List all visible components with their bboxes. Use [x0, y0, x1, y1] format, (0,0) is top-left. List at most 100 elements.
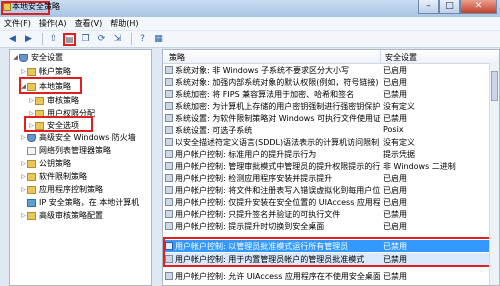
vertical-scrollbar[interactable] — [489, 63, 499, 285]
table-row[interactable]: 系统加密: 为计算机上存储的用户密钥强制进行强密钥保护 没有定义 — [163, 100, 499, 112]
column-header-setting[interactable]: 安全设置 — [385, 52, 417, 63]
policy-icon — [165, 174, 173, 182]
expand-arrow-icon[interactable]: ▷ — [28, 122, 35, 129]
menu-bar: 文件(F) 操作(A) 查看(V) 帮助(H) — [0, 17, 500, 30]
policy-name: 用户帐户控制: 只提升签名并验证的可执行文件 — [175, 210, 341, 219]
tree-item-label: 公钥策略 — [39, 159, 71, 168]
forward-icon[interactable]: ▶ — [22, 33, 35, 46]
expand-arrow-icon[interactable]: ▷ — [28, 97, 35, 104]
expand-arrow-icon[interactable]: ▷ — [20, 68, 27, 75]
expand-arrow-icon[interactable]: ▷ — [20, 173, 27, 180]
table-row[interactable]: 系统对象: 非 Windows 子系统不要求区分大小写 已启用 — [163, 64, 499, 76]
expand-arrow-icon[interactable]: ▷ — [20, 160, 27, 167]
tree-item-label: 高级安全 Windows 防火墙 — [39, 133, 136, 142]
table-row[interactable]: 用户帐户控制: 检测应用程序安装并提示提升 已启用 — [163, 172, 499, 184]
policy-setting: Posix — [383, 125, 404, 134]
table-row[interactable]: 用户帐户控制: 管理审批模式中管理员的提升权限提示的行为 非 Windows 二… — [163, 160, 499, 172]
table-row[interactable]: 用户帐户控制: 标准用户的提升提示行为 提示凭据 — [163, 148, 499, 160]
policy-setting: 没有定义 — [383, 138, 415, 147]
minimize-icon[interactable]: – — [418, 0, 439, 14]
properties-icon[interactable]: ▦ — [152, 33, 165, 46]
tree-item-label: 审核策略 — [47, 96, 79, 105]
tree-item-security-settings[interactable]: ◢ 安全设置 — [12, 52, 63, 63]
expand-arrow-icon[interactable]: ▷ — [20, 134, 27, 141]
maximize-icon[interactable]: □ — [439, 0, 460, 14]
tree-item-network-list[interactable]: 网络列表管理器策略 — [20, 145, 111, 156]
close-icon[interactable]: ✕ — [460, 0, 497, 14]
table-row[interactable]: 用户帐户控制: 将文件和注册表写入错误虚拟化到每用户位置 已启用 — [163, 184, 499, 196]
table-row[interactable]: 用户帐户控制: 仅提升安装在安全位置的 UIAccess 应用程序 已启用 — [163, 196, 499, 208]
column-divider[interactable] — [380, 50, 381, 63]
tree-item-firewall[interactable]: ▷ 高级安全 Windows 防火墙 — [20, 132, 136, 143]
column-header-policy[interactable]: 策略 — [169, 52, 185, 63]
menu-help[interactable]: 帮助(H) — [106, 18, 142, 29]
policy-setting: 已禁用 — [383, 114, 407, 123]
policy-name: 以安全描述符定义语言(SDDL)语法表示的计算机访问限制 — [175, 138, 380, 147]
policy-name: 用户帐户控制: 以管理员批准模式运行所有管理员 — [175, 242, 349, 251]
table-row[interactable]: 系统加密: 将 FIPS 兼容算法用于加密、哈希和签名 已禁用 — [163, 88, 499, 100]
navigation-tree[interactable]: ◢ 安全设置 ▷ 帐户策略 ◢ 本地策略 ▷ 审核策略 ▷ 用户权限分配 ▷ 安… — [9, 49, 152, 286]
table-row[interactable]: 系统对象: 加强内部系统对象的默认权限(例如，符号链接) 已启用 — [163, 76, 499, 88]
expand-arrow-icon[interactable]: ▷ — [20, 186, 27, 193]
tree-item-local-policies[interactable]: ◢ 本地策略 — [20, 81, 71, 92]
table-row[interactable]: 用户帐户控制: 用于内置管理员帐户的管理员批准模式 已禁用 — [163, 253, 499, 265]
policy-setting: 非 Windows 二进制 — [383, 162, 456, 171]
policy-name: 用户帐户控制: 检测应用程序安装并提示提升 — [175, 174, 333, 183]
policy-icon — [165, 210, 173, 218]
tree-item-user-rights[interactable]: ▷ 用户权限分配 — [28, 108, 95, 119]
expand-arrow-icon[interactable]: ▷ — [28, 110, 35, 117]
network-icon — [27, 198, 36, 207]
table-row-selected[interactable]: 用户帐户控制: 以管理员批准模式运行所有管理员 已禁用 — [163, 240, 499, 252]
policy-icon — [165, 198, 173, 206]
policy-setting: 已禁用 — [383, 242, 407, 251]
toolbar-divider — [42, 33, 43, 45]
policy-name: 系统设置: 可选子系统 — [175, 126, 253, 135]
refresh-icon[interactable]: ⟳ — [95, 33, 108, 46]
show-tree-icon[interactable]: ▤ — [63, 32, 76, 46]
tree-item-app-control[interactable]: ▷ 应用程序控制策略 — [20, 184, 103, 195]
expand-arrow-icon[interactable]: ▷ — [20, 212, 27, 219]
policy-name: 系统加密: 将 FIPS 兼容算法用于加密、哈希和签名 — [175, 90, 355, 99]
help-icon[interactable]: ? — [136, 33, 149, 46]
tree-item-security-options[interactable]: ▷ 安全选项 — [28, 120, 79, 131]
policy-icon — [165, 162, 173, 170]
tree-item-ip-security[interactable]: IP 安全策略，在 本地计算机 — [20, 197, 139, 208]
policy-setting: 已启用 — [383, 222, 407, 231]
back-icon[interactable]: ◀ — [6, 33, 19, 46]
tree-item-audit-policy[interactable]: ▷ 审核策略 — [28, 95, 79, 106]
table-row[interactable]: 系统设置: 为软件限制策略对 Windows 可执行文件使用证书规则 已禁用 — [163, 112, 499, 124]
tree-item-advanced-audit[interactable]: ▷ 高级审核策略配置 — [20, 210, 103, 221]
policy-icon — [165, 78, 173, 86]
menu-action[interactable]: 操作(A) — [35, 18, 71, 29]
folder-up-icon[interactable]: ⇧ — [47, 33, 60, 46]
policy-list[interactable]: 策略 安全设置 系统对象: 非 Windows 子系统不要求区分大小写 已启用 … — [162, 49, 500, 286]
tree-item-public-key[interactable]: ▷ 公钥策略 — [20, 158, 71, 169]
policy-setting: 已启用 — [383, 198, 407, 207]
export-icon[interactable]: ⇲ — [111, 33, 124, 46]
policy-name: 系统对象: 非 Windows 子系统不要求区分大小写 — [175, 66, 350, 75]
table-row[interactable]: 用户帐户控制: 允许 UIAccess 应用程序在不使用安全桌面的情况... 已… — [163, 270, 499, 282]
collapse-arrow-icon[interactable]: ◢ — [20, 83, 27, 90]
policy-icon — [165, 90, 173, 98]
table-row[interactable]: 以安全描述符定义语言(SDDL)语法表示的计算机访问限制 没有定义 — [163, 136, 499, 148]
folder-icon — [27, 172, 36, 181]
table-row[interactable]: 用户帐户控制: 提示提升时切换到安全桌面 已启用 — [163, 220, 499, 232]
tree-item-label: IP 安全策略，在 本地计算机 — [39, 198, 140, 207]
collapse-arrow-icon[interactable]: ◢ — [12, 54, 19, 61]
policy-setting: 已启用 — [383, 174, 407, 183]
copy-icon[interactable]: ❐ — [79, 33, 92, 46]
table-row[interactable]: 用户帐户控制: 只提升签名并验证的可执行文件 已禁用 — [163, 208, 499, 220]
scrollbar-thumb[interactable] — [491, 71, 498, 101]
policy-setting: 已启用 — [383, 186, 407, 195]
policy-setting: 已启用 — [383, 78, 407, 87]
tree-item-account-policies[interactable]: ▷ 帐户策略 — [20, 66, 71, 77]
folder-icon — [35, 96, 44, 105]
toolbar: ◀ ▶ ⇧ ▤ ❐ ⟳ ⇲ ? ▦ — [0, 31, 500, 48]
menu-file[interactable]: 文件(F) — [0, 18, 35, 29]
policy-setting: 已禁用 — [383, 90, 407, 99]
policy-setting: 已禁用 — [383, 210, 407, 219]
table-row[interactable]: 系统设置: 可选子系统 Posix — [163, 124, 499, 136]
menu-view[interactable]: 查看(V) — [71, 18, 107, 29]
tree-item-software-restriction[interactable]: ▷ 软件限制策略 — [20, 171, 87, 182]
list-header: 策略 安全设置 — [163, 50, 499, 64]
